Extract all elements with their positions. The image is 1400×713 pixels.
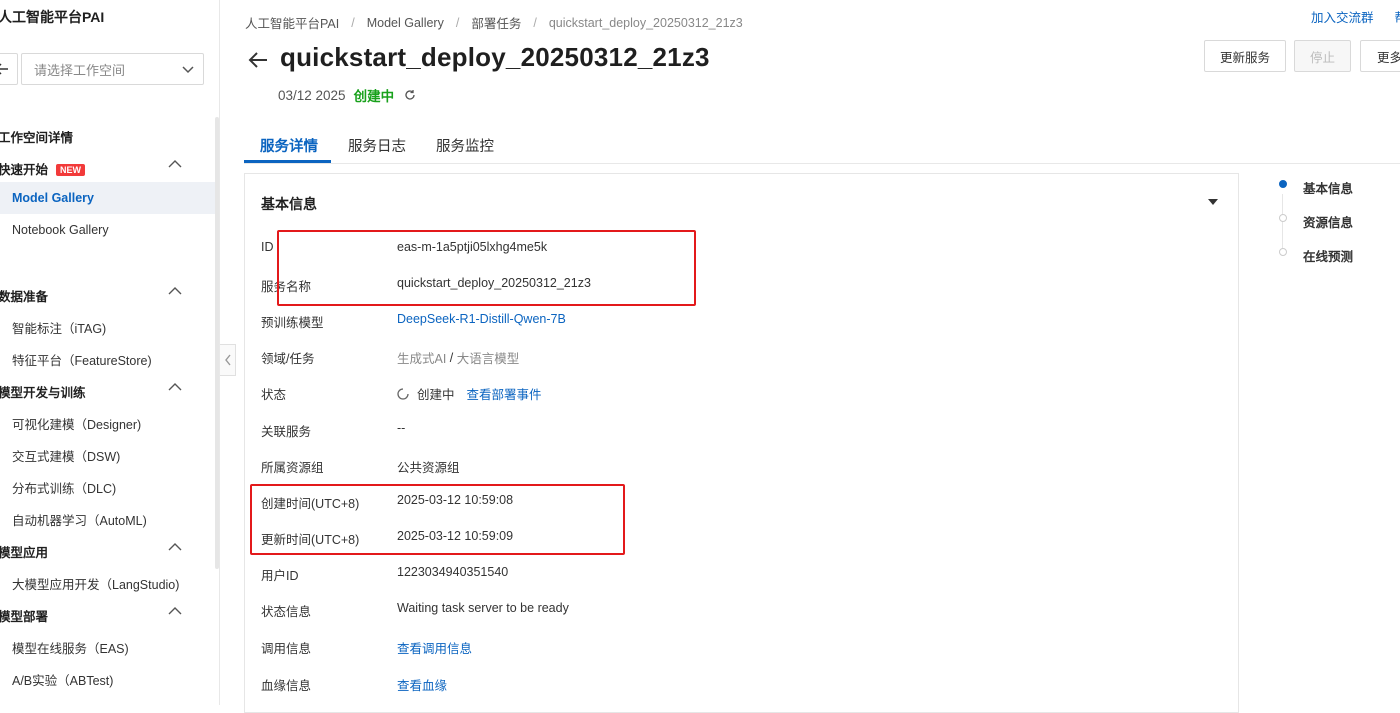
- update-service-button[interactable]: 更新服务: [1204, 40, 1286, 72]
- highlight-box-id-name: [277, 230, 696, 306]
- task-value: 大语言模型: [456, 352, 520, 366]
- anchor-online-predict[interactable]: 在线预测: [1303, 246, 1353, 265]
- sidebar-item-dlc[interactable]: 分布式训练（DLC): [12, 478, 116, 497]
- sidebar-item-notebook-gallery[interactable]: Notebook Gallery: [12, 223, 109, 237]
- sidebar-section-model-deploy[interactable]: 模型部署: [0, 606, 48, 625]
- sidebar-section-label: 快速开始: [0, 163, 49, 177]
- join-group-link[interactable]: 加入交流群: [1311, 11, 1374, 25]
- sidebar-scrollbar[interactable]: [215, 117, 219, 569]
- chevron-up-icon[interactable]: [168, 382, 182, 392]
- refresh-icon[interactable]: [404, 89, 416, 101]
- sidebar-item-langstudio[interactable]: 大模型应用开发（LangStudio): [12, 574, 179, 593]
- top-links: 加入交流群 帮: [1311, 7, 1400, 26]
- arrow-left-icon: [0, 63, 8, 75]
- workspace-select-placeholder: 请选择工作空间: [34, 62, 126, 78]
- tab-service-logs[interactable]: 服务日志: [348, 135, 406, 156]
- view-lineage-link[interactable]: 查看血缘: [397, 675, 447, 694]
- field-label-related-service: 关联服务: [261, 425, 312, 439]
- highlight-box-times: [250, 484, 625, 555]
- sidebar-section-workspace-detail[interactable]: 工作空间详情: [0, 127, 73, 146]
- breadcrumb-current: quickstart_deploy_20250312_21z3: [548, 15, 743, 30]
- field-value-resource-group: 公共资源组: [397, 461, 460, 475]
- tab-service-details[interactable]: 服务详情: [260, 135, 318, 156]
- pretrained-model-link[interactable]: DeepSeek-R1-Distill-Qwen-7B: [397, 312, 566, 326]
- sidebar-section-data-prep[interactable]: 数据准备: [0, 286, 48, 305]
- back-arrow-icon[interactable]: [247, 49, 269, 71]
- card-title: 基本信息: [261, 196, 317, 212]
- breadcrumb-separator: /: [351, 15, 355, 30]
- field-label-id: ID: [261, 240, 274, 254]
- loading-spinner-icon: [397, 387, 409, 400]
- field-value-status: 创建中 查看部署事件: [397, 384, 542, 403]
- sidebar: 人工智能平台PAI 请选择工作空间 工作空间详情 快速开始 NEW Model G…: [0, 0, 220, 705]
- field-label-status-info: 状态信息: [261, 605, 312, 619]
- field-value-user-id: 1223034940351540: [397, 565, 509, 579]
- field-value-related-service: --: [397, 421, 406, 435]
- status-badge: 创建中: [353, 89, 395, 104]
- sidebar-item-automl[interactable]: 自动机器学习（AutoML): [12, 510, 147, 529]
- anchor-nav-line: [1282, 194, 1283, 256]
- domain-separator: /: [446, 350, 457, 365]
- field-label-lineage: 血缘信息: [261, 679, 312, 693]
- sidebar-section-model-dev[interactable]: 模型开发与训练: [0, 382, 86, 401]
- status-text: 创建中: [417, 388, 455, 402]
- active-tab-indicator: [244, 160, 331, 163]
- back-button[interactable]: [0, 53, 18, 85]
- breadcrumb-separator: /: [455, 15, 460, 30]
- sidebar-item-abtest[interactable]: A/B实验（ABTest): [12, 670, 113, 689]
- field-value-status-info: Waiting task server to be ready: [397, 601, 569, 615]
- anchor-basic-info[interactable]: 基本信息: [1303, 178, 1353, 197]
- breadcrumb-item[interactable]: 部署任务: [471, 13, 521, 32]
- sidebar-item-featurestore[interactable]: 特征平台（FeatureStore): [12, 350, 152, 369]
- view-invoke-info-link[interactable]: 查看调用信息: [397, 638, 472, 657]
- sidebar-item-dsw[interactable]: 交互式建模（DSW): [12, 446, 120, 465]
- domain-value: 生成式AI: [397, 352, 447, 366]
- anchor-dot: [1279, 248, 1287, 256]
- brand-title: 人工智能平台PAI: [0, 9, 105, 25]
- stop-button[interactable]: 停止: [1294, 40, 1351, 72]
- breadcrumb: 人工智能平台PAI / Model Gallery / 部署任务 / quick…: [245, 13, 743, 32]
- chevron-up-icon[interactable]: [168, 542, 182, 552]
- chevron-up-icon[interactable]: [168, 606, 182, 616]
- sidebar-item-designer[interactable]: 可视化建模（Designer): [12, 414, 141, 433]
- help-link[interactable]: 帮: [1395, 11, 1400, 25]
- tab-service-monitor[interactable]: 服务监控: [436, 135, 494, 156]
- page-title: quickstart_deploy_20250312_21z3: [280, 42, 710, 72]
- chevron-up-icon[interactable]: [168, 286, 182, 296]
- field-value-domain: 生成式AI / 大语言模型: [397, 348, 519, 367]
- sidebar-item-itag[interactable]: 智能标注（iTAG): [12, 318, 106, 337]
- field-label-resource-group: 所属资源组: [261, 461, 324, 475]
- anchor-dot: [1279, 214, 1287, 222]
- breadcrumb-item[interactable]: Model Gallery: [367, 16, 444, 30]
- chevron-down-icon: [182, 66, 194, 74]
- sidebar-collapse-handle[interactable]: [220, 344, 236, 376]
- workspace-select[interactable]: 请选择工作空间: [21, 53, 204, 85]
- breadcrumb-item[interactable]: 人工智能平台PAI: [245, 13, 339, 32]
- new-badge: NEW: [56, 164, 86, 176]
- service-date: 03/12 2025: [278, 87, 346, 103]
- anchor-dot-active: [1279, 180, 1287, 188]
- field-label-domain: 领域/任务: [261, 352, 315, 366]
- field-label-invoke-info: 调用信息: [261, 642, 312, 656]
- more-button[interactable]: 更多: [1360, 40, 1400, 72]
- field-label-pretrained-model: 预训练模型: [261, 316, 324, 330]
- caret-down-icon[interactable]: [1207, 198, 1219, 206]
- sidebar-item-model-gallery[interactable]: Model Gallery: [12, 191, 94, 205]
- sidebar-section-model-app[interactable]: 模型应用: [0, 542, 48, 561]
- field-label-status: 状态: [261, 388, 287, 402]
- chevron-left-icon: [224, 354, 231, 366]
- view-deploy-events-link[interactable]: 查看部署事件: [467, 384, 542, 403]
- breadcrumb-separator: /: [533, 15, 537, 30]
- chevron-up-icon[interactable]: [168, 159, 182, 169]
- sidebar-item-eas[interactable]: 模型在线服务（EAS): [12, 638, 129, 657]
- field-label-user-id: 用户ID: [261, 569, 299, 583]
- service-meta: 03/12 2025 创建中: [278, 85, 416, 105]
- anchor-resource-info[interactable]: 资源信息: [1303, 212, 1353, 231]
- tab-bar: 服务详情 服务日志 服务监控: [244, 126, 1400, 164]
- sidebar-section-quickstart[interactable]: 快速开始 NEW: [0, 159, 86, 178]
